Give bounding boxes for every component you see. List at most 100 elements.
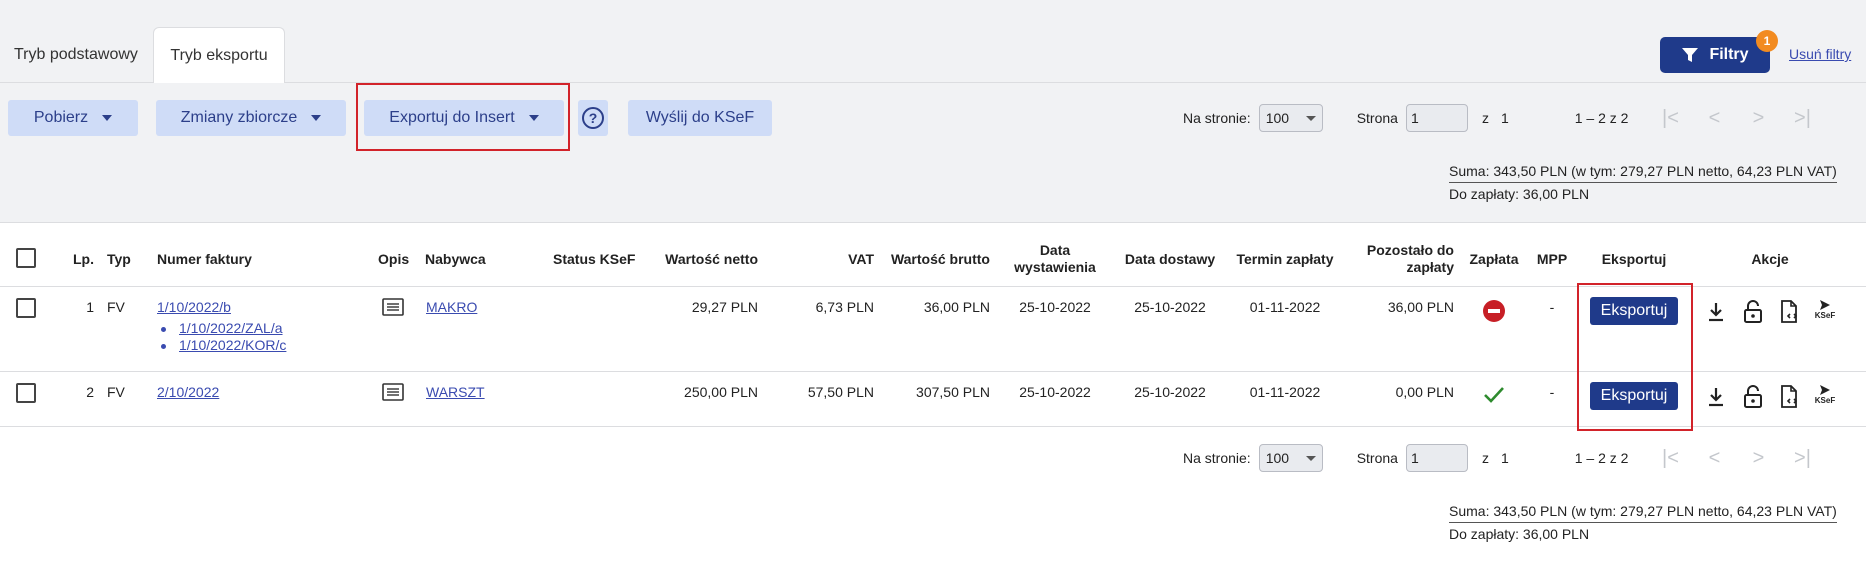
col-typ: Typ	[107, 251, 131, 267]
row-pozostalo: 0,00 PLN	[1395, 384, 1454, 400]
next-page-icon[interactable]: >	[1736, 447, 1780, 470]
export-to-insert-dropdown-button[interactable]: Exportuj do Insert	[364, 100, 564, 136]
row-data-dostawy: 25-10-2022	[1134, 299, 1206, 315]
col-mpp: MPP	[1536, 251, 1568, 267]
bullet-icon	[161, 344, 166, 349]
first-page-icon[interactable]: |<	[1648, 447, 1692, 470]
summary-top: Suma: 343,50 PLN (w tym: 279,27 PLN nett…	[1449, 163, 1837, 202]
per-page-label: Na stronie:	[1183, 110, 1251, 126]
unlock-icon[interactable]	[1743, 385, 1763, 409]
filter-count-badge: 1	[1756, 30, 1778, 52]
row-pozostalo: 36,00 PLN	[1387, 299, 1454, 315]
help-button[interactable]: ?	[578, 100, 608, 136]
description-icon[interactable]	[382, 383, 404, 401]
col-akcje: Akcje	[1751, 251, 1789, 267]
page-label: Strona	[1356, 110, 1398, 126]
ksef-send-icon[interactable]: KSeF	[1812, 384, 1838, 406]
remove-filters-link[interactable]: Usuń filtry	[1789, 46, 1851, 62]
range-text: 1 – 2 z 2	[1574, 110, 1629, 126]
row-checkbox[interactable]	[16, 383, 36, 403]
col-netto: Wartość netto	[665, 251, 758, 267]
col-data-dostawy: Data dostawy	[1124, 251, 1216, 267]
caret-down-icon	[1305, 115, 1316, 121]
range-text: 1 – 2 z 2	[1574, 450, 1629, 466]
row-brutto: 307,50 PLN	[916, 384, 990, 400]
pobierz-dropdown-button[interactable]: Pobierz	[8, 100, 138, 136]
unlock-icon[interactable]	[1743, 300, 1763, 324]
caret-down-icon	[528, 115, 539, 121]
per-page-select[interactable]: 100	[1258, 104, 1323, 132]
xml-file-icon[interactable]	[1779, 300, 1801, 324]
invoice-number-link[interactable]: 2/10/2022	[157, 384, 219, 400]
funnel-icon	[1682, 48, 1699, 62]
per-page-select[interactable]: 100	[1258, 444, 1323, 472]
row-netto: 29,27 PLN	[691, 299, 758, 315]
pager-bottom: Na stronie: 100 Strona 1 z 1 1 – 2 z 2 |…	[1183, 443, 1824, 473]
per-page-value: 100	[1265, 110, 1290, 126]
summary-bottom: Suma: 343,50 PLN (w tym: 279,27 PLN nett…	[1449, 503, 1837, 542]
row-mpp: -	[1549, 299, 1555, 315]
summary-to-pay: Do zapłaty: 36,00 PLN	[1449, 186, 1590, 202]
ksef-label: KSeF	[1814, 311, 1836, 320]
prev-page-icon[interactable]: <	[1692, 107, 1736, 130]
ksef-label: KSeF	[1814, 396, 1836, 405]
send-arrow-icon	[1820, 300, 1830, 310]
row-brutto: 36,00 PLN	[923, 299, 990, 315]
last-page-icon[interactable]: >|	[1780, 107, 1824, 130]
select-all-checkbox[interactable]	[16, 248, 36, 268]
col-status-ksef: Status KSeF	[553, 251, 636, 267]
download-icon[interactable]	[1707, 302, 1725, 322]
tab-export-mode[interactable]: Tryb eksportu	[153, 27, 285, 84]
description-icon[interactable]	[382, 298, 404, 316]
bullet-icon	[161, 327, 166, 332]
row-vat: 6,73 PLN	[815, 299, 874, 315]
row-termin: 01-11-2022	[1249, 384, 1321, 400]
of-label: z	[1481, 450, 1489, 466]
col-data-wystawienia-l2: wystawienia	[1014, 259, 1096, 275]
prev-page-icon[interactable]: <	[1692, 447, 1736, 470]
summary-total: Suma: 343,50 PLN (w tym: 279,27 PLN nett…	[1449, 503, 1837, 523]
total-pages: 1	[1500, 450, 1509, 466]
row-checkbox[interactable]	[16, 298, 36, 318]
col-brutto: Wartość brutto	[890, 251, 990, 267]
pager-top: Na stronie: 100 Strona 1 z 1 1 – 2 z 2 |…	[1183, 103, 1824, 133]
col-nabywca: Nabywca	[425, 251, 486, 267]
filters-button[interactable]: Filtry	[1660, 37, 1770, 73]
pobierz-label: Pobierz	[33, 109, 89, 126]
page-number-input[interactable]: 1	[1405, 104, 1468, 132]
ksef-send-icon[interactable]: KSeF	[1812, 299, 1838, 321]
page-label: Strona	[1356, 450, 1398, 466]
row-netto: 250,00 PLN	[684, 384, 758, 400]
unpaid-icon	[1483, 300, 1505, 322]
row-data-wystawienia: 25-10-2022	[1019, 299, 1091, 315]
col-lp: Lp.	[73, 251, 94, 267]
col-termin: Termin zapłaty	[1236, 251, 1334, 267]
first-page-icon[interactable]: |<	[1648, 107, 1692, 130]
row-lp: 1	[86, 299, 94, 315]
related-doc-link[interactable]: 1/10/2022/ZAL/a	[179, 320, 283, 336]
download-icon[interactable]	[1707, 387, 1725, 407]
next-page-icon[interactable]: >	[1736, 107, 1780, 130]
col-data-wystawienia-l1: Data	[1039, 242, 1071, 258]
buyer-link[interactable]: MAKRO	[426, 299, 477, 315]
caret-down-icon	[102, 115, 113, 121]
question-icon: ?	[582, 107, 604, 129]
toolbar: Pobierz Zmiany zbiorcze Exportuj do Inse…	[0, 83, 1866, 223]
row-mpp: -	[1549, 384, 1555, 400]
send-to-ksef-button[interactable]: Wyślij do KSeF	[628, 100, 772, 136]
send-arrow-icon	[1820, 385, 1830, 395]
of-label: z	[1481, 110, 1489, 126]
page-number-input[interactable]: 1	[1405, 444, 1468, 472]
export-to-insert-label: Exportuj do Insert	[389, 109, 515, 126]
filters-label: Filtry	[1709, 46, 1749, 63]
xml-file-icon[interactable]	[1779, 385, 1801, 409]
summary-total: Suma: 343,50 PLN (w tym: 279,27 PLN nett…	[1449, 163, 1837, 183]
tab-basic-mode[interactable]: Tryb podstawowy	[0, 27, 152, 84]
col-opis: Opis	[378, 251, 410, 267]
last-page-icon[interactable]: >|	[1780, 447, 1824, 470]
invoice-number-link[interactable]: 1/10/2022/b	[157, 299, 231, 315]
bulk-changes-dropdown-button[interactable]: Zmiany zbiorcze	[156, 100, 346, 136]
related-doc-link[interactable]: 1/10/2022/KOR/c	[179, 337, 286, 353]
row-data-wystawienia: 25-10-2022	[1019, 384, 1091, 400]
buyer-link[interactable]: WARSZT	[426, 384, 485, 400]
